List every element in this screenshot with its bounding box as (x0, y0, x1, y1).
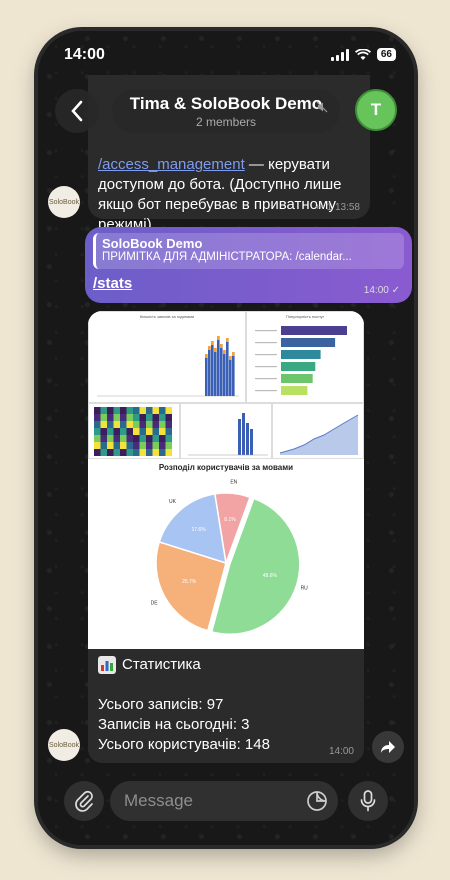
stats-caption: Статистика Усього записів: 97 Записів на… (98, 655, 270, 755)
service-bar (281, 386, 308, 395)
pie-label-uk: UK (169, 499, 177, 505)
microphone-icon (360, 790, 376, 812)
message-time: 14:00 (328, 746, 354, 757)
service-bar (281, 326, 347, 335)
language-pie-tile: Розподіл користувачів за мовами 48.6% RU 2… (88, 459, 364, 649)
message-input[interactable]: Message (110, 781, 338, 821)
hour-bar (232, 352, 235, 396)
daily-chart-tile (180, 403, 272, 459)
pie-label-en: EN (230, 479, 237, 485)
reply-text: ПРИМІТКА ДЛЯ АДМІНІСТРАТОРА: /calendar..… (102, 251, 352, 263)
hour-bar (211, 341, 214, 396)
voice-button[interactable] (348, 781, 388, 821)
stats-command-link[interactable]: /stats (93, 275, 132, 292)
caption-heading: Статистика (98, 655, 270, 675)
stat-total-users: Усього користувачів: 148 (98, 736, 270, 753)
services-chart-tile: Популярність послуг (246, 311, 364, 403)
hour-bar (205, 354, 208, 396)
chevron-left-icon (71, 100, 83, 122)
pie-pct-label-ru: 48.6% (263, 573, 278, 579)
bot-avatar-label: SoloBook (49, 741, 79, 749)
reply-author: SoloBook Demo (102, 236, 203, 251)
chat-title-pill[interactable]: Tima & SoloBook Demo 2 members (112, 89, 340, 133)
hour-bar (226, 338, 229, 396)
attach-button[interactable] (64, 781, 104, 821)
bot-avatar-label: SoloBook (49, 198, 79, 206)
back-button[interactable] (55, 89, 99, 133)
services-chart-title: Популярність послуг (285, 314, 325, 319)
status-bar: 14:00 66 (38, 45, 414, 67)
hour-bar (214, 348, 217, 396)
bot-avatar[interactable]: SoloBook (48, 729, 80, 761)
growth-chart-tile (272, 403, 364, 459)
message-meta: 14:00 ✓ (364, 285, 400, 296)
service-bar (281, 338, 336, 347)
daily-chart (188, 413, 268, 456)
hour-bar (223, 350, 226, 396)
pie-chart-title: Розподіл користувачів за мовами (158, 463, 294, 472)
sticker-icon[interactable] (306, 790, 328, 812)
pie-pct-label-en: 8.1% (224, 517, 236, 523)
pie-label-de: DE (151, 600, 159, 606)
group-avatar[interactable]: T (355, 89, 397, 131)
service-bar (281, 374, 313, 383)
services-chart (255, 326, 347, 395)
reply-count: 1 (326, 202, 333, 213)
service-bar (281, 350, 321, 359)
message-time: 14:00 (363, 285, 389, 296)
hourly-chart (97, 336, 239, 397)
hour-bar (220, 344, 223, 396)
chat-title: Tima & SoloBook Demo (129, 94, 323, 113)
hour-bar (229, 356, 232, 396)
share-button[interactable] (372, 731, 404, 763)
stat-today-bookings: Записів на сьогодні: 3 (98, 716, 250, 733)
pie-label-ru: RU (301, 586, 309, 592)
hour-bar (217, 336, 220, 396)
heatmap-tile (88, 403, 180, 459)
wifi-icon (354, 48, 371, 60)
service-bar (281, 362, 316, 371)
hourly-chart-title: Кількість записів за годинами (139, 314, 195, 319)
read-check-icon: ✓ (391, 285, 400, 296)
message-meta: ↩ 1 13:58 (315, 202, 360, 213)
status-time: 14:00 (64, 46, 105, 63)
heatmap-chart (94, 407, 172, 456)
caption-title: Статистика (122, 656, 201, 673)
phone-frame: 14:00 66 /access_management — керувати д… (38, 31, 414, 845)
share-arrow-icon (381, 741, 395, 753)
message-time: 13:58 (334, 202, 360, 213)
stats-image-collage[interactable]: Кількість записів за годинами Популярніс… (88, 311, 364, 649)
bar-chart-icon (98, 656, 116, 674)
stats-media-message[interactable]: Кількість записів за годинами Популярніс… (88, 311, 364, 763)
battery-icon: 66 (376, 48, 396, 61)
chat-header: Tima & SoloBook Demo 2 members T (38, 87, 414, 133)
chat-subtitle: 2 members (195, 115, 257, 129)
language-pie-chart: 48.6% RU 25.7% DE 17.6% UK 8.1% EN (151, 479, 309, 635)
message-placeholder: Message (124, 791, 193, 810)
paperclip-icon (75, 790, 93, 812)
hourly-chart-tile: Кількість записів за годинами (88, 311, 246, 403)
command-link[interactable]: /access_management (98, 156, 245, 173)
pie-pct-label-de: 25.7% (182, 579, 197, 585)
signal-icon (330, 48, 349, 61)
muted-icon (316, 101, 328, 113)
hour-bar (208, 346, 211, 396)
reply-preview[interactable]: SoloBook Demo ПРИМІТКА ДЛЯ АДМІНІСТРАТОР… (93, 233, 404, 269)
stat-total-bookings: Усього записів: 97 (98, 696, 224, 713)
message-composer: Message (38, 781, 414, 823)
bot-avatar[interactable]: SoloBook (48, 186, 80, 218)
message-text: /access_management — керувати доступом д… (98, 155, 362, 235)
growth-chart (279, 414, 359, 455)
pie-pct-label-uk: 17.6% (191, 527, 206, 533)
message-bubble-stats-command[interactable]: SoloBook Demo ПРИМІТКА ДЛЯ АДМІНІСТРАТОР… (85, 227, 412, 303)
reply-icon: ↩ (315, 202, 324, 213)
